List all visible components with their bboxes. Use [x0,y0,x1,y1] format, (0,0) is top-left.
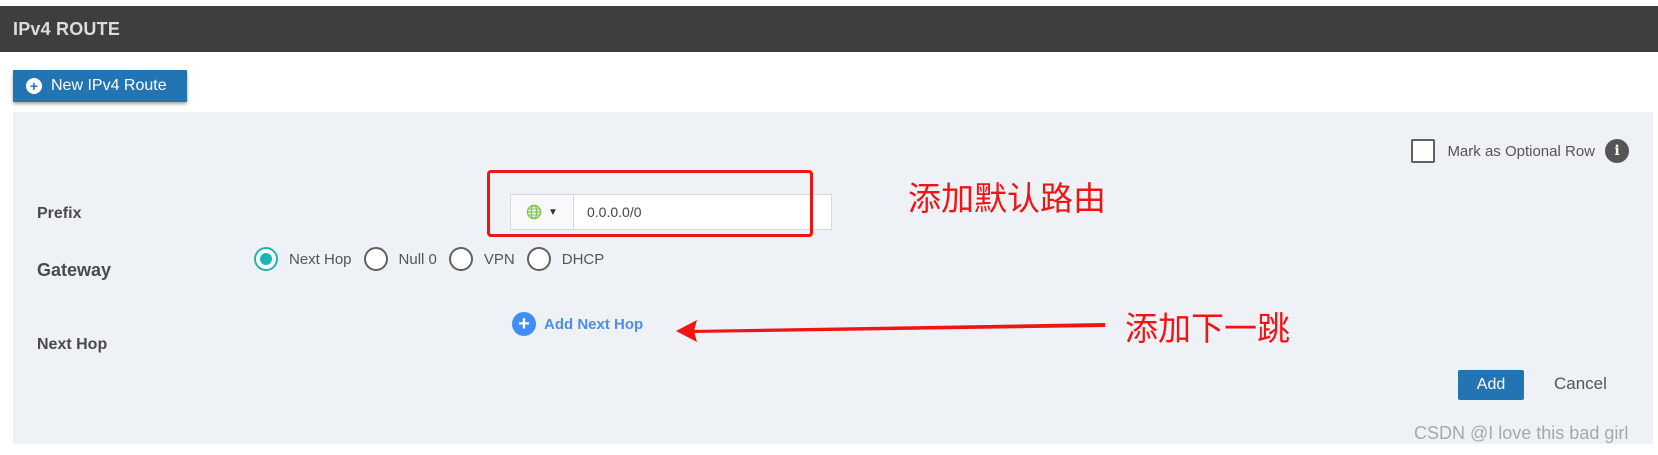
page: IPv4 ROUTE + New IPv4 Route Mark as Opti… [0,0,1658,455]
watermark: CSDN @I love this bad girl [1414,423,1629,443]
annotation-next-hop: 添加下一跳 [1125,309,1290,348]
annotation-arrow [676,320,1105,342]
